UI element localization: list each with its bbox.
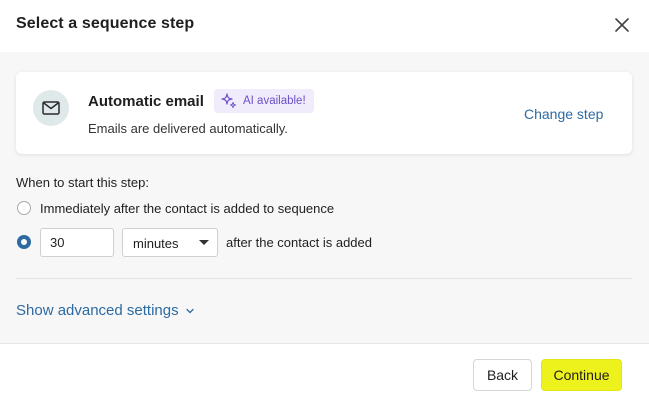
dialog-body: Automatic email AI available! Emails are…: [0, 52, 649, 344]
delay-suffix-label: after the contact is added: [226, 235, 372, 250]
dialog-footer: Back Continue: [0, 344, 649, 404]
caret-down-icon: [199, 240, 209, 245]
dialog-header: Select a sequence step: [0, 0, 649, 52]
change-step-link[interactable]: Change step: [524, 106, 603, 122]
sparkle-icon: [221, 93, 237, 109]
step-card: Automatic email AI available! Emails are…: [16, 72, 632, 154]
continue-button[interactable]: Continue: [541, 359, 622, 391]
mail-icon: [33, 90, 69, 126]
back-button[interactable]: Back: [473, 359, 532, 391]
delay-amount-input[interactable]: [40, 228, 114, 257]
ai-badge-label: AI available!: [243, 95, 306, 107]
ai-available-badge: AI available!: [214, 89, 314, 113]
delay-unit-value: minutes: [133, 236, 179, 251]
advanced-settings-label: Show advanced settings: [16, 302, 179, 319]
chevron-down-icon: [185, 308, 194, 313]
divider: [16, 278, 632, 279]
close-button[interactable]: [608, 11, 636, 39]
step-description: Emails are delivered automatically.: [88, 121, 288, 136]
immediately-option-label[interactable]: Immediately after the contact is added t…: [40, 201, 334, 216]
advanced-settings-toggle[interactable]: Show advanced settings: [16, 302, 195, 319]
delay-unit-select[interactable]: minutes: [122, 228, 218, 257]
select-step-dialog: Select a sequence step Automatic email A…: [0, 0, 649, 404]
start-timing-label: When to start this step:: [16, 175, 149, 190]
dialog-title: Select a sequence step: [16, 15, 195, 32]
immediately-radio[interactable]: [17, 201, 31, 215]
delay-radio[interactable]: [17, 235, 31, 249]
close-icon: [615, 18, 629, 32]
step-name: Automatic email: [88, 93, 204, 110]
